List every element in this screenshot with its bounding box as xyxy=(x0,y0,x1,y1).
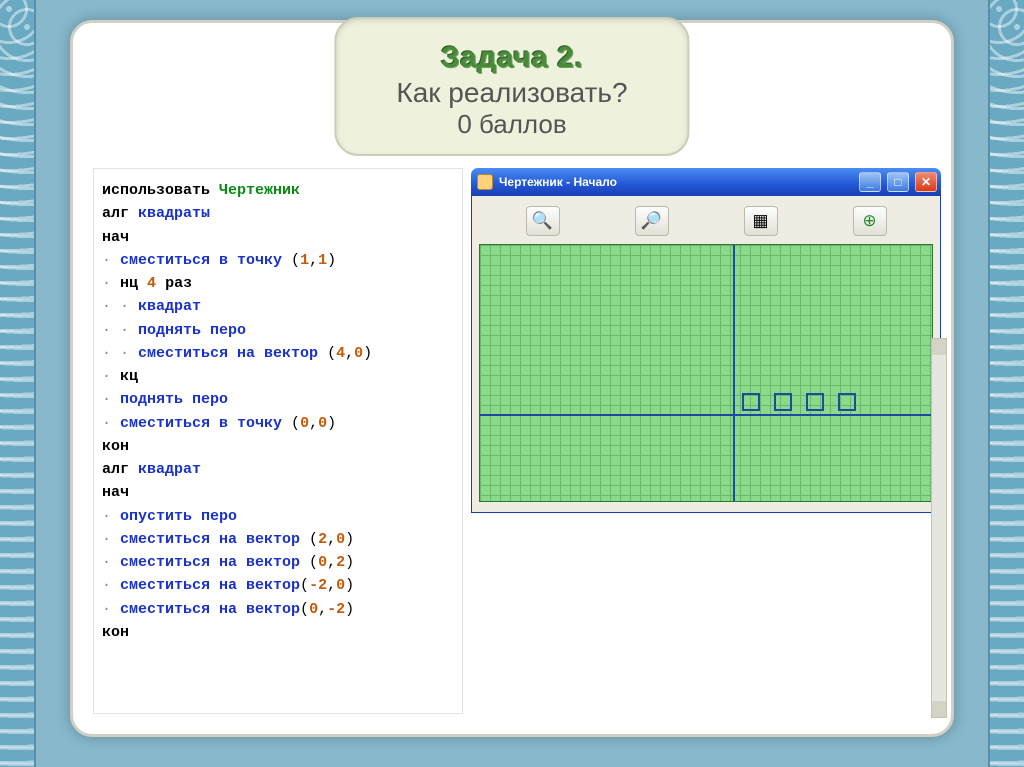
zoom-out-icon: 🔎 xyxy=(641,211,662,231)
close-button[interactable]: ✕ xyxy=(915,172,937,192)
square-shape xyxy=(742,393,760,411)
zoom-out-button[interactable]: 🔎 xyxy=(635,206,669,236)
drawer-panel: Чертежник - Начало _ □ ✕ 🔍 🔎 xyxy=(471,168,931,714)
code-line: алг квадрат xyxy=(102,458,454,481)
y-axis xyxy=(733,245,735,501)
code-line: · опустить перо xyxy=(102,505,454,528)
globe-icon: ⊕ xyxy=(862,211,876,231)
code-line: · сместиться на вектор(-2,0) xyxy=(102,574,454,597)
window-body: 🔍 🔎 ▦ ⊕ xyxy=(471,196,941,513)
zoom-fit-button[interactable]: ⊕ xyxy=(853,206,887,236)
code-line: · поднять перо xyxy=(102,388,454,411)
code-line: · нц 4 раз xyxy=(102,272,454,295)
slide-title: Задача 2. xyxy=(396,41,627,75)
code-line: кон xyxy=(102,621,454,644)
code-line: · · поднять перо xyxy=(102,319,454,342)
vertical-scrollbar[interactable] xyxy=(931,338,947,718)
x-axis xyxy=(480,414,932,416)
code-pane: использовать Чертежникалг квадратынач· с… xyxy=(93,168,463,714)
slide-subtitle: Как реализовать? xyxy=(396,77,627,109)
content-area: использовать Чертежникалг квадратынач· с… xyxy=(93,168,931,714)
maximize-button[interactable]: □ xyxy=(887,172,909,192)
code-line: нач xyxy=(102,481,454,504)
drawer-toolbar: 🔍 🔎 ▦ ⊕ xyxy=(478,202,934,244)
drawn-squares xyxy=(742,393,856,411)
code-line: использовать Чертежник xyxy=(102,179,454,202)
slide-frame: Задача 2. Как реализовать? 0 баллов испо… xyxy=(70,20,954,737)
code-line: · · сместиться на вектор (4,0) xyxy=(102,342,454,365)
code-line: алг квадраты xyxy=(102,202,454,225)
slide-score: 0 баллов xyxy=(396,109,627,140)
decorative-stripe-right xyxy=(988,0,1024,767)
code-line: · сместиться на вектор(0,-2) xyxy=(102,598,454,621)
grid-button[interactable]: ▦ xyxy=(744,206,778,236)
zoom-in-button[interactable]: 🔍 xyxy=(526,206,560,236)
code-line: · сместиться на вектор (2,0) xyxy=(102,528,454,551)
drawer-window: Чертежник - Начало _ □ ✕ 🔍 🔎 xyxy=(471,168,941,513)
code-line: кон xyxy=(102,435,454,458)
drawing-canvas[interactable] xyxy=(479,244,933,502)
app-icon xyxy=(477,174,493,190)
code-line: · сместиться на вектор (0,2) xyxy=(102,551,454,574)
window-titlebar[interactable]: Чертежник - Начало _ □ ✕ xyxy=(471,168,941,196)
minimize-button[interactable]: _ xyxy=(859,172,881,192)
code-line: · кц xyxy=(102,365,454,388)
square-shape xyxy=(774,393,792,411)
title-plate: Задача 2. Как реализовать? 0 баллов xyxy=(334,17,689,156)
code-line: · сместиться в точку (0,0) xyxy=(102,412,454,435)
zoom-in-icon: 🔍 xyxy=(532,211,553,231)
code-line: · · квадрат xyxy=(102,295,454,318)
grid-icon: ▦ xyxy=(752,211,768,231)
square-shape xyxy=(806,393,824,411)
square-shape xyxy=(838,393,856,411)
window-title-text: Чертежник - Начало xyxy=(499,175,617,189)
code-line: нач xyxy=(102,226,454,249)
decorative-stripe-left xyxy=(0,0,36,767)
code-line: · сместиться в точку (1,1) xyxy=(102,249,454,272)
